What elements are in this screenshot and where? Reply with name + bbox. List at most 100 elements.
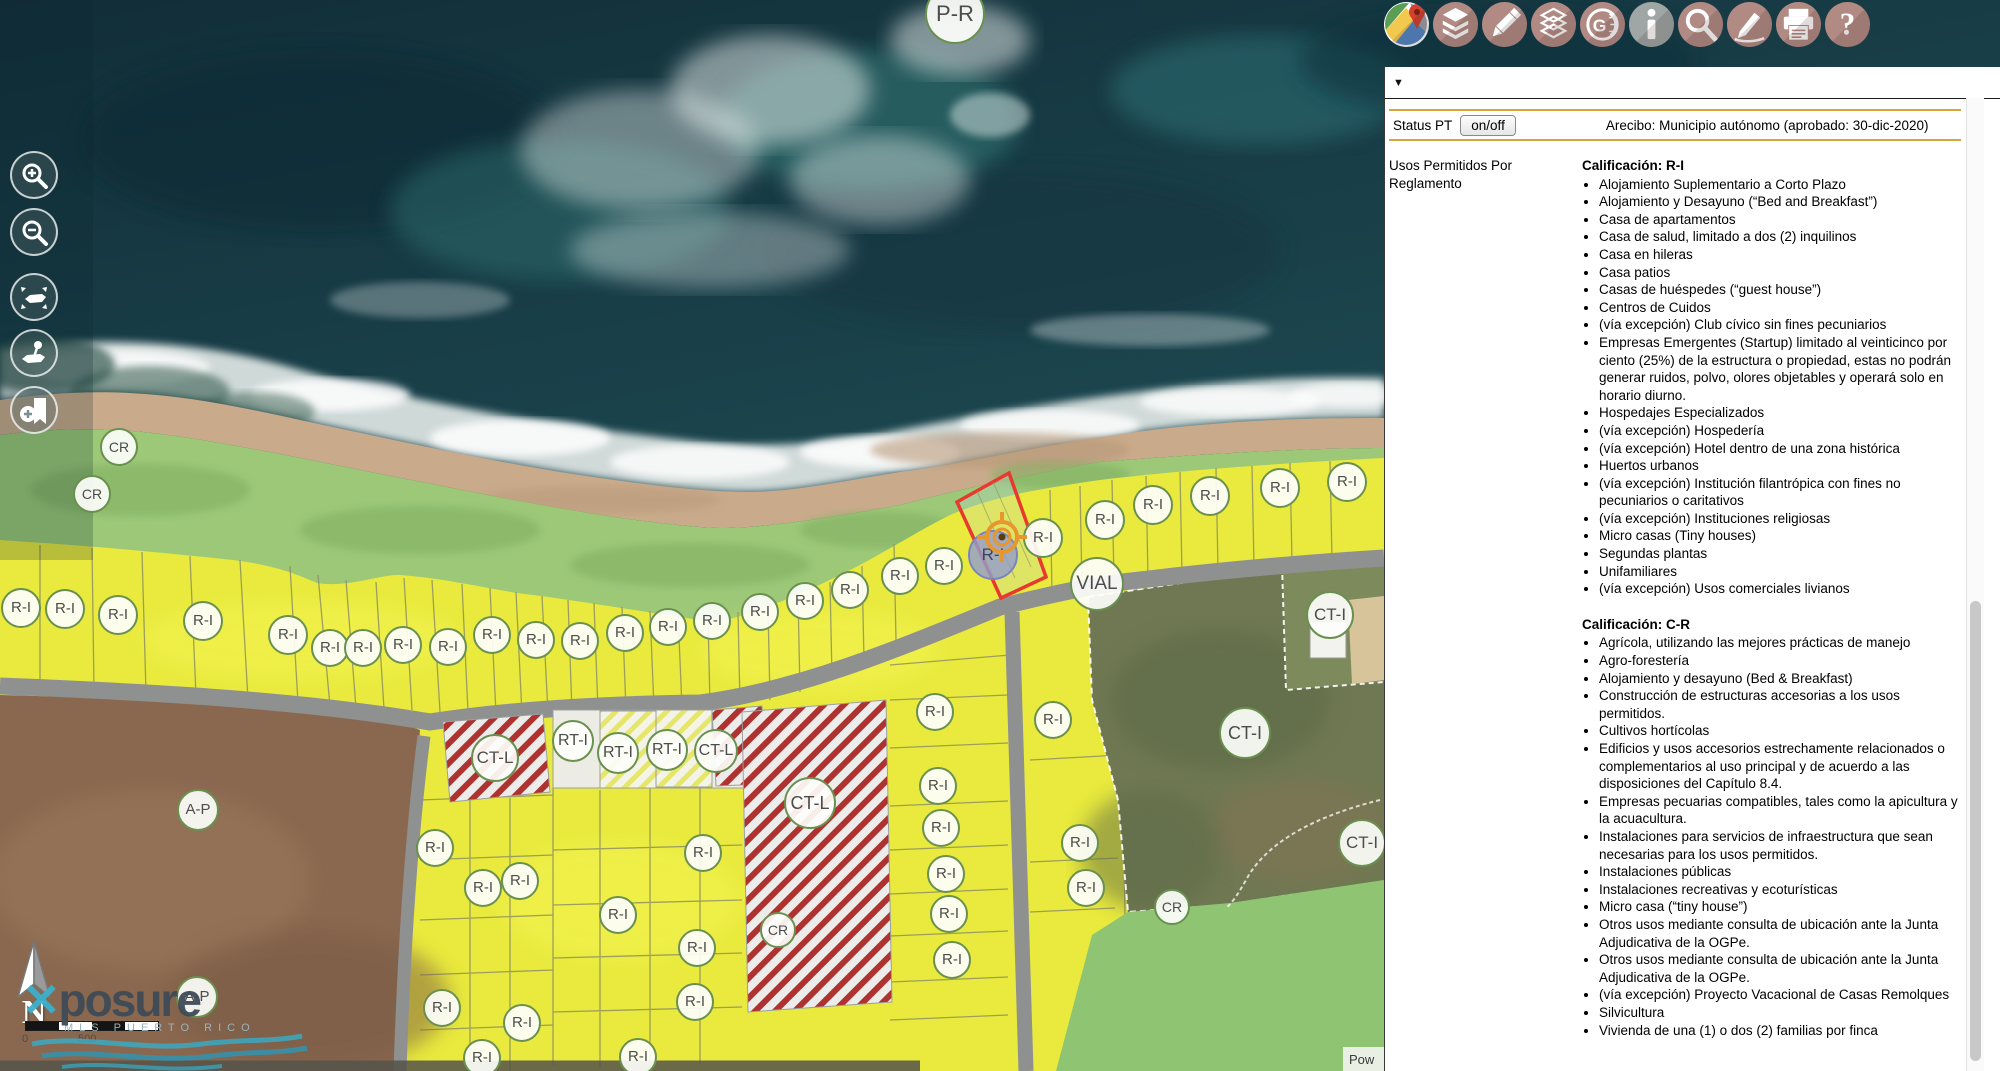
- use-item: Centros de Cuidos: [1599, 299, 1961, 317]
- map-label-r-i[interactable]: R-I: [423, 989, 461, 1027]
- map-label-ct-l[interactable]: CT-L: [694, 729, 738, 773]
- map-label-r-i[interactable]: R-I: [919, 767, 957, 805]
- map-label-r-i[interactable]: R-I: [831, 571, 869, 609]
- status-toggle-button[interactable]: on/off: [1460, 115, 1516, 136]
- use-item: Alojamiento y Desayuno (“Bed and Breakfa…: [1599, 193, 1961, 211]
- panel-dropdown[interactable]: ▼: [1385, 67, 2000, 99]
- full-extent-button[interactable]: [10, 273, 58, 321]
- map-label-cr[interactable]: CR: [1154, 889, 1190, 925]
- map-label-r-i[interactable]: R-I: [678, 929, 716, 967]
- map-label-r-i[interactable]: R-I: [1260, 468, 1300, 508]
- map-label-r-i[interactable]: R-I: [344, 629, 382, 667]
- google-maps-button[interactable]: [1384, 2, 1429, 47]
- eraser-button[interactable]: [1482, 2, 1527, 47]
- map-label-r-i[interactable]: R-I: [676, 983, 714, 1021]
- map-label-r-i[interactable]: R-I: [416, 829, 454, 867]
- map-label-r-i[interactable]: R-I: [1190, 476, 1230, 516]
- map-label-r-i[interactable]: R-I: [606, 614, 644, 652]
- map-label-r-i[interactable]: R-I: [693, 602, 731, 640]
- map-label-rt-i[interactable]: RT-I: [597, 732, 639, 774]
- map-label-ct-i[interactable]: CT-I: [1219, 707, 1271, 759]
- map-label-rt-i[interactable]: RT-I: [552, 720, 594, 762]
- use-item: (vía excepción) Institución filantrópica…: [1599, 475, 1961, 510]
- map-label-r-i[interactable]: R-I: [930, 895, 968, 933]
- info-button[interactable]: [1629, 2, 1674, 47]
- map-label-rt-i[interactable]: RT-I: [646, 729, 688, 771]
- map-label-r-i[interactable]: R-I: [45, 589, 85, 629]
- map-label-r-i[interactable]: R-I: [463, 1039, 501, 1071]
- use-item: Casa de apartamentos: [1599, 211, 1961, 229]
- map-label-r-i[interactable]: R-I: [561, 622, 599, 660]
- map-label-ct-l[interactable]: CT-L: [784, 777, 836, 829]
- map-label-a-p[interactable]: A-P: [177, 789, 219, 831]
- layers-button[interactable]: [1433, 2, 1478, 47]
- print-button[interactable]: [1776, 2, 1821, 47]
- map-label-r-i[interactable]: R-I: [649, 608, 687, 646]
- map-label-r-i[interactable]: R-I: [1133, 485, 1173, 525]
- section-heading: Calificación: R-I: [1582, 157, 1961, 175]
- map-label-a-p[interactable]: A-P: [176, 976, 218, 1018]
- map-label-ct-i[interactable]: CT-I: [1338, 819, 1386, 867]
- map-label-vial[interactable]: VIAL: [1070, 557, 1124, 611]
- map-label-r-i[interactable]: R-I: [619, 1038, 657, 1071]
- use-item: Cultivos hortícolas: [1599, 722, 1961, 740]
- uses-list: Agrícola, utilizando las mejores práctic…: [1565, 634, 1961, 1039]
- map-label-r-i[interactable]: R-I: [384, 626, 422, 664]
- map-label-r-i[interactable]: R-I: [464, 869, 502, 907]
- help-button[interactable]: ?: [1825, 2, 1870, 47]
- use-item: Edificios y usos accesorios estrechament…: [1599, 740, 1961, 793]
- map-label-r-i[interactable]: R-I: [268, 615, 308, 655]
- map-label-r-i[interactable]: R-I: [968, 530, 1018, 580]
- map-label-r-i[interactable]: R-I: [925, 547, 963, 585]
- map-label-r-i[interactable]: R-I: [927, 855, 965, 893]
- map-label-r-i[interactable]: R-I: [881, 557, 919, 595]
- map-label-cr[interactable]: CR: [100, 428, 138, 466]
- map-label-r-i[interactable]: R-I: [1067, 869, 1105, 907]
- panel-scrollbar-thumb[interactable]: [1970, 601, 1981, 1061]
- use-item: Instalaciones para servicios de infraest…: [1599, 828, 1961, 863]
- map-label-r-i[interactable]: R-I: [684, 834, 722, 872]
- map-label-r-i[interactable]: R-I: [741, 593, 779, 631]
- zoom-out-button[interactable]: [10, 208, 58, 256]
- map-label-r-i[interactable]: R-I: [517, 621, 555, 659]
- map-label-r-i[interactable]: R-I: [1085, 500, 1125, 540]
- bookmark-add-button[interactable]: [10, 386, 58, 434]
- map-label-r-i[interactable]: R-I: [503, 1004, 541, 1042]
- map-label-r-i[interactable]: R-I: [599, 896, 637, 934]
- map-label-r-i[interactable]: R-I: [429, 628, 467, 666]
- map-attribution: Pow: [1343, 1047, 1384, 1071]
- uses-list: Alojamiento Suplementario a Corto PlazoA…: [1565, 176, 1961, 598]
- map-label-r-i[interactable]: R-I: [922, 809, 960, 847]
- map-label-cr[interactable]: CR: [73, 475, 111, 513]
- dropdown-arrow-icon: ▼: [1393, 77, 1404, 89]
- scale-zero: 0: [22, 1033, 28, 1045]
- map-label-r-i[interactable]: R-I: [1061, 824, 1099, 862]
- panel-scrollbar-track[interactable]: [1966, 98, 1984, 1071]
- map-label-r-i[interactable]: R-I: [501, 862, 539, 900]
- map-label-r-i[interactable]: R-I: [473, 616, 511, 654]
- map-label-r-i[interactable]: R-I: [1327, 462, 1367, 502]
- map-label-r-i[interactable]: R-I: [1, 588, 41, 628]
- map-label-ct-i[interactable]: CT-I: [1306, 591, 1354, 639]
- map-label-ct-l[interactable]: CT-L: [471, 734, 519, 782]
- map-label-r-i[interactable]: R-I: [1034, 701, 1072, 739]
- map-label-r-i[interactable]: R-I: [916, 693, 954, 731]
- map-label-r-i[interactable]: R-I: [183, 601, 223, 641]
- signature-button[interactable]: [1727, 2, 1772, 47]
- info-panel: ▼ Status PT on/off Arecibo: Municipio au…: [1384, 67, 2000, 1071]
- map-label-r-i[interactable]: R-I: [98, 595, 138, 635]
- map-label-r-i[interactable]: R-I: [1023, 518, 1063, 558]
- search-button[interactable]: [1678, 2, 1723, 47]
- north-arrow: N: [8, 935, 68, 1025]
- map-label-r-i[interactable]: R-I: [933, 941, 971, 979]
- google-maps-icon: [1384, 2, 1429, 47]
- map-label-cr[interactable]: CR: [760, 912, 796, 948]
- svg-text:?: ?: [1840, 6, 1856, 41]
- layers-outline-button[interactable]: [1531, 2, 1576, 47]
- use-item: Instalaciones públicas: [1599, 863, 1961, 881]
- zoom-in-button[interactable]: [10, 151, 58, 199]
- map-label-r-i[interactable]: R-I: [786, 582, 824, 620]
- locate-island-button[interactable]: [10, 329, 58, 377]
- gis-globe-button[interactable]: G: [1580, 2, 1625, 47]
- uses-sections: Calificación: R-IAlojamiento Suplementar…: [1565, 157, 1961, 1057]
